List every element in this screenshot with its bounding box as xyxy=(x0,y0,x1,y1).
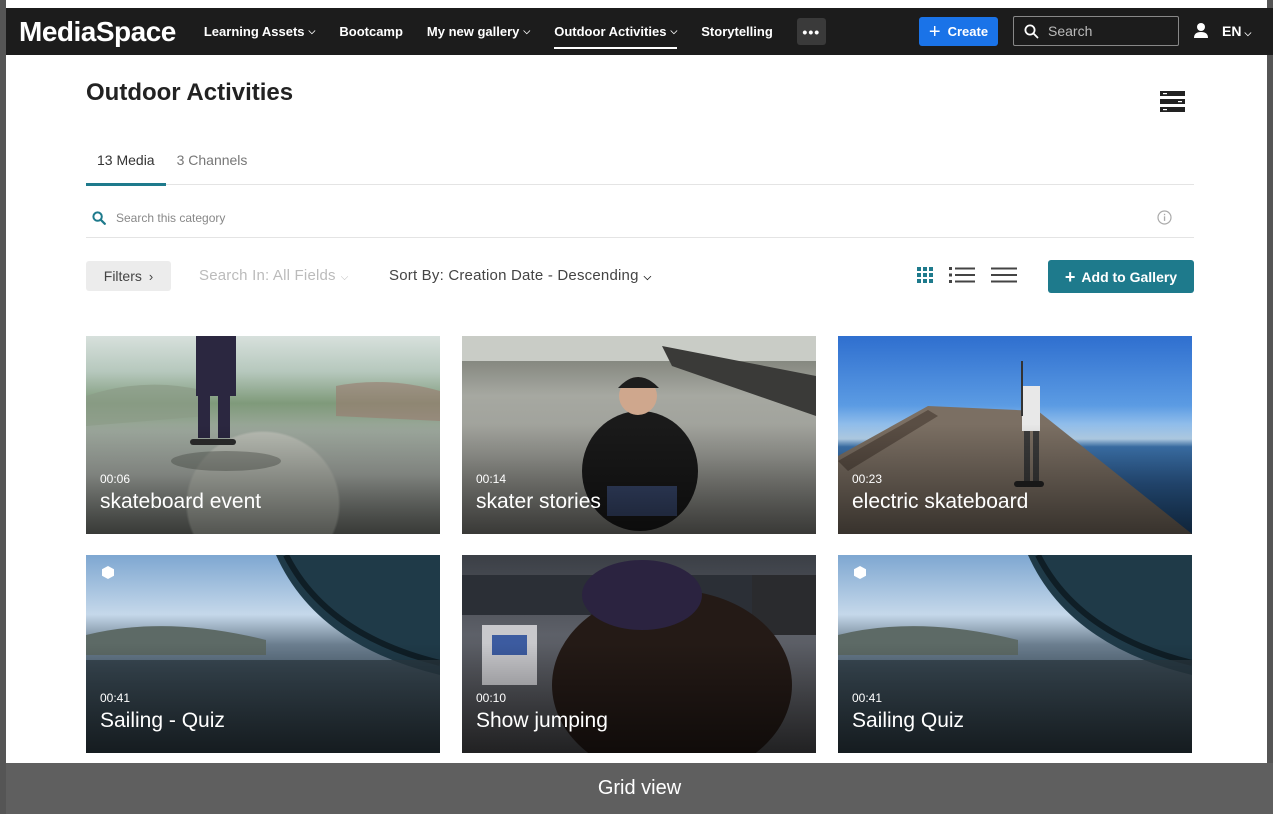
nav-item-my-new-gallery[interactable]: My new gallery ⌵ xyxy=(427,8,530,55)
global-search-input[interactable]: Search xyxy=(1013,16,1179,46)
layout-toggle-icon[interactable] xyxy=(1160,91,1185,112)
add-to-gallery-button[interactable]: + Add to Gallery xyxy=(1048,260,1194,293)
media-duration: 00:06 xyxy=(100,472,131,486)
category-tabs: 13 Media 3 Channels xyxy=(86,146,1194,186)
top-navigation-bar: MediaSpace Learning Assets ⌵ Bootcamp My … xyxy=(6,8,1273,55)
media-duration: 00:10 xyxy=(476,691,507,705)
detailed-list-view-icon[interactable] xyxy=(949,266,975,284)
create-button[interactable]: + Create xyxy=(919,17,998,46)
search-in-dropdown[interactable]: Search In: All Fields ⌵ xyxy=(199,267,349,284)
nav-item-storytelling[interactable]: Storytelling xyxy=(701,8,773,55)
nav-item-learning-assets[interactable]: Learning Assets ⌵ xyxy=(204,8,316,55)
media-title[interactable]: Sailing Quiz xyxy=(852,709,964,733)
chevron-down-icon: ⌵ xyxy=(1244,28,1252,38)
media-duration: 00:41 xyxy=(852,691,883,705)
plus-icon: + xyxy=(928,20,941,43)
chevron-down-icon: ⌵ xyxy=(643,272,652,283)
chevron-down-icon: ⌵ xyxy=(670,26,678,36)
quiz-badge-icon xyxy=(854,566,866,579)
caption-bar: Grid view xyxy=(6,763,1273,814)
filters-button[interactable]: Filters › xyxy=(86,261,171,291)
sort-by-dropdown[interactable]: Sort By: Creation Date - Descending ⌵ xyxy=(389,267,651,284)
media-card[interactable]: 00:41 Sailing Quiz xyxy=(838,555,1192,753)
chevron-down-icon: ⌵ xyxy=(308,26,316,36)
more-menu-button[interactable]: ••• xyxy=(796,18,826,45)
media-card[interactable]: 00:23 electric skateboard xyxy=(838,336,1192,534)
chevron-right-icon: › xyxy=(148,268,154,284)
grid-view-icon[interactable] xyxy=(917,267,933,283)
chevron-down-icon: ⌵ xyxy=(340,272,349,283)
tab-media[interactable]: 13 Media xyxy=(86,146,166,186)
compact-list-view-icon[interactable] xyxy=(991,266,1017,284)
media-title[interactable]: electric skateboard xyxy=(852,490,1028,514)
search-icon xyxy=(92,210,106,225)
quiz-badge-icon xyxy=(102,566,114,579)
media-card[interactable]: 00:06 skateboard event xyxy=(86,336,440,534)
media-title[interactable]: Sailing - Quiz xyxy=(100,709,225,733)
search-icon xyxy=(1024,24,1039,38)
media-title[interactable]: Show jumping xyxy=(476,709,608,733)
media-duration: 00:41 xyxy=(100,691,131,705)
media-card[interactable]: 00:41 Sailing - Quiz xyxy=(86,555,440,753)
media-card[interactable]: 00:14 skater stories xyxy=(462,336,816,534)
nav-item-outdoor-activities[interactable]: Outdoor Activities ⌵ xyxy=(554,8,678,55)
media-title[interactable]: skater stories xyxy=(476,490,601,514)
nav-item-bootcamp[interactable]: Bootcamp xyxy=(339,8,403,55)
plus-icon: + xyxy=(1064,266,1076,287)
media-duration: 00:14 xyxy=(476,472,507,486)
user-icon[interactable] xyxy=(1193,22,1209,39)
chevron-down-icon: ⌵ xyxy=(523,26,531,36)
language-selector[interactable]: EN ⌵ xyxy=(1222,23,1251,39)
view-mode-switcher xyxy=(917,266,1033,284)
category-search-input[interactable]: Search this category xyxy=(86,198,1194,238)
media-duration: 00:23 xyxy=(852,472,883,486)
media-card[interactable]: 00:10 Show jumping xyxy=(462,555,816,753)
tab-channels[interactable]: 3 Channels xyxy=(166,146,259,185)
brand-logo[interactable]: MediaSpace xyxy=(19,16,176,48)
info-icon[interactable] xyxy=(1157,210,1172,225)
page-title: Outdoor Activities xyxy=(86,79,294,106)
media-title[interactable]: skateboard event xyxy=(100,490,261,514)
